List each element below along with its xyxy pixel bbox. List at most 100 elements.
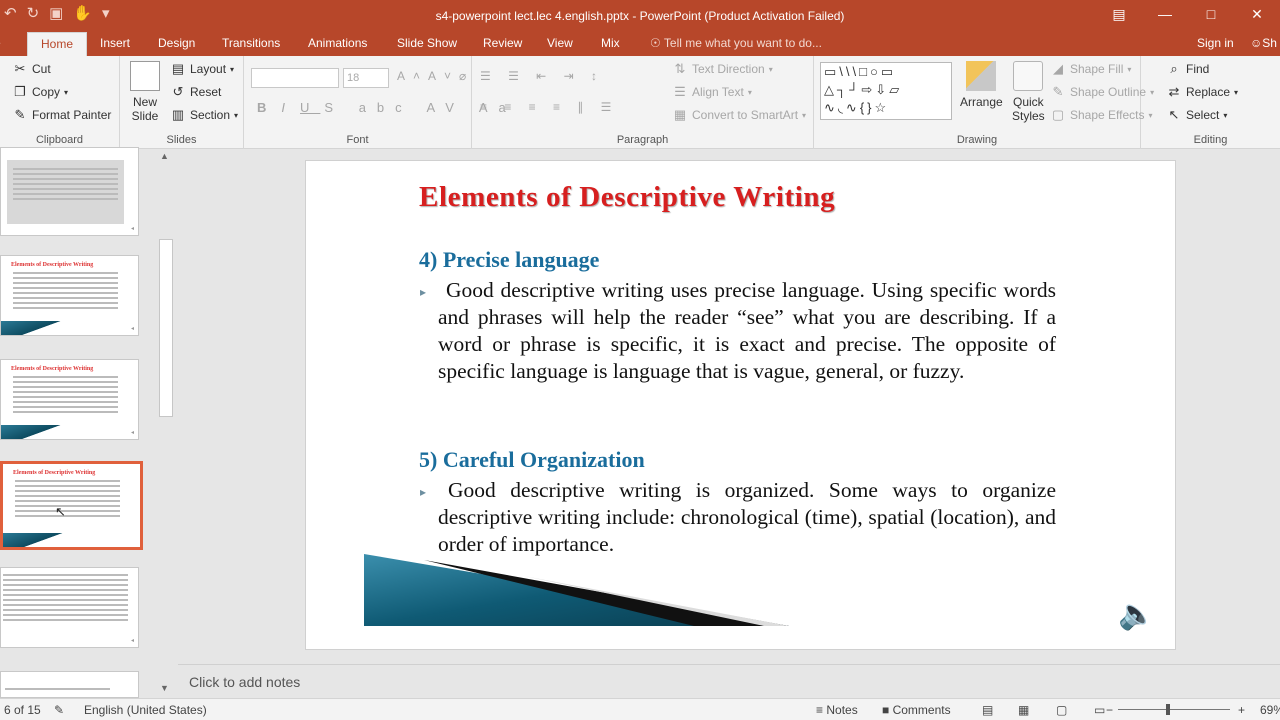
tab-mix[interactable]: Mix xyxy=(601,32,620,56)
layout-icon: ▤ xyxy=(171,61,185,76)
comments-toggle[interactable]: ■ Comments xyxy=(882,703,951,717)
copy-button[interactable]: ❐ Copy ▾ xyxy=(12,85,68,100)
slide-thumbnail[interactable]: ◂ xyxy=(0,147,139,236)
slide-thumbnail[interactable]: Elements of Descriptive Writing ◂ xyxy=(0,255,139,336)
paintbrush-icon: ✎ xyxy=(14,107,26,122)
quick-styles-label-2: Styles xyxy=(1012,109,1045,123)
align-buttons[interactable]: ≡ ≡ ≡ ≡ ∥ ☰ xyxy=(480,100,618,114)
clipboard-group: ✂ Cut ❐ Copy ▾ ✎ Format Painter Clipboard xyxy=(0,56,120,149)
notes-placeholder[interactable]: Click to add notes xyxy=(189,674,300,690)
find-button[interactable]: ⌕ Find xyxy=(1166,62,1210,77)
comment-icon: ■ xyxy=(882,703,890,717)
tab-file[interactable]: e xyxy=(0,32,1,56)
window-title: s4-powerpoint lect.lec 4.english.pptx - … xyxy=(435,9,845,23)
maximize-icon[interactable]: □ xyxy=(1188,0,1234,28)
ribbon-display-icon[interactable]: ▤ xyxy=(1096,0,1142,28)
font-name-box[interactable] xyxy=(251,68,339,88)
speaker-icon: ◂ xyxy=(130,326,134,332)
quick-styles-button[interactable]: Quick Styles xyxy=(1012,61,1045,123)
list-buttons[interactable]: ☰ ☰ ⇤ ⇥ ↕ xyxy=(480,69,604,83)
slides-group: New Slide ▤ Layout ▾ ↺ Reset ▥ Section ▾ Slid… xyxy=(120,56,244,149)
spellcheck-icon[interactable]: ✎ xyxy=(54,703,64,717)
title-bar: ↶ ↻ ▣ ✋ ▾ s4-powerpoint lect.lec 4.engli… xyxy=(0,0,1280,32)
zoom-slider-track[interactable] xyxy=(1118,709,1230,710)
notes-toggle[interactable]: ≡ Notes xyxy=(816,703,858,717)
slide-thumbnail[interactable]: Elements of Descriptive Writing ◂ xyxy=(0,359,139,440)
zoom-level[interactable]: 69% xyxy=(1260,703,1280,717)
scissors-icon: ✂ xyxy=(14,61,26,76)
layout-button[interactable]: ▤ Layout ▾ xyxy=(170,61,234,77)
align-text-label: Align Text xyxy=(692,85,744,99)
slide-thumbnail-selected[interactable]: Elements of Descriptive Writing ↖ xyxy=(0,461,143,550)
slide-decoration-wedge xyxy=(364,554,789,626)
cursor-icon: ↖ xyxy=(1168,107,1180,122)
notes-pane[interactable]: Click to add notes xyxy=(178,664,1280,698)
font-size-box[interactable]: 18 xyxy=(343,68,389,88)
scroll-down-icon[interactable]: ▼ xyxy=(160,683,169,693)
replace-button[interactable]: ⇄ Replace ▾ xyxy=(1166,85,1239,100)
audio-speaker-icon[interactable]: 🔈 xyxy=(1118,597,1155,632)
paragraph-group: ☰ ☰ ⇤ ⇥ ↕ ≡ ≡ ≡ ≡ ∥ ☰ ⇅ Text Direction ▾ ☰… xyxy=(472,56,814,149)
new-slide-icon xyxy=(130,61,160,91)
zoom-slider-knob[interactable] xyxy=(1166,704,1170,715)
close-icon[interactable]: ✕ xyxy=(1234,0,1280,28)
arrange-button[interactable]: Arrange xyxy=(960,61,1003,109)
section-button[interactable]: ▥ Section ▾ xyxy=(170,108,238,123)
select-button[interactable]: ↖ Select ▾ xyxy=(1166,107,1228,123)
tab-view[interactable]: View xyxy=(547,32,573,56)
thumbnail-text-lines xyxy=(13,168,118,203)
select-label: Select xyxy=(1186,108,1220,122)
tab-animations[interactable]: Animations xyxy=(308,32,367,56)
slide-canvas[interactable]: Elements of Descriptive Writing 4) Preci… xyxy=(305,160,1176,650)
slide-thumbnail[interactable]: ◂ xyxy=(0,567,139,648)
convert-smartart-button[interactable]: ▦ Convert to SmartArt ▾ xyxy=(672,108,806,123)
text-direction-button[interactable]: ⇅ Text Direction ▾ xyxy=(672,62,773,77)
font-size-buttons[interactable]: A˄A˅⌀ xyxy=(397,69,474,83)
cut-button[interactable]: ✂ Cut xyxy=(12,61,51,77)
thumbnail-scrollbar[interactable]: ▲ ▼ xyxy=(158,149,174,698)
slide-counter: 6 of 15 xyxy=(4,703,41,717)
align-text-button[interactable]: ☰ Align Text ▾ xyxy=(672,85,752,100)
scroll-up-icon[interactable]: ▲ xyxy=(160,151,169,161)
tab-slide-show[interactable]: Slide Show xyxy=(397,32,457,56)
comments-label: Comments xyxy=(892,703,951,717)
section5-paragraph[interactable]: Good descriptive writing is organized. S… xyxy=(438,477,1056,558)
quick-styles-icon xyxy=(1013,61,1044,91)
thumbnail-text-lines xyxy=(3,574,128,624)
tab-transitions[interactable]: Transitions xyxy=(222,32,280,56)
reading-view-icon[interactable]: ▢ xyxy=(1056,703,1067,717)
zoom-out-icon[interactable]: − xyxy=(1106,703,1113,717)
slide-sorter-icon[interactable]: ▦ xyxy=(1018,703,1029,717)
tab-home[interactable]: Home xyxy=(27,32,88,56)
share-button[interactable]: ☺Sh xyxy=(1250,32,1277,54)
sign-in-link[interactable]: Sign in xyxy=(1197,32,1234,54)
slideshow-view-icon[interactable]: ▭ xyxy=(1094,703,1105,717)
scroll-thumb[interactable] xyxy=(159,239,173,417)
shape-fill-button[interactable]: ◢ Shape Fill ▾ xyxy=(1050,62,1131,77)
minimize-icon[interactable]: — xyxy=(1142,0,1188,28)
tell-me-search[interactable]: ☉ Tell me what you want to do... xyxy=(650,32,822,54)
clipboard-group-label: Clipboard xyxy=(35,134,84,146)
new-slide-button[interactable]: New Slide xyxy=(130,61,160,123)
format-painter-button[interactable]: ✎ Format Painter xyxy=(12,107,112,123)
tab-insert[interactable]: Insert xyxy=(100,32,130,56)
slide-thumbnail[interactable] xyxy=(0,671,139,698)
reset-button[interactable]: ↺ Reset xyxy=(170,85,222,100)
copy-dropdown-icon[interactable]: ▾ xyxy=(64,88,68,97)
find-label: Find xyxy=(1186,62,1210,76)
slide-title[interactable]: Elements of Descriptive Writing xyxy=(419,181,835,214)
section-label: Section xyxy=(190,108,231,122)
section4-heading[interactable]: 4) Precise language xyxy=(419,247,599,273)
tab-design[interactable]: Design xyxy=(158,32,195,56)
paragraph-group-label: Paragraph xyxy=(616,134,669,146)
shapes-gallery[interactable]: ▭\\\□○▭ △┐┘⇨⇩▱ ∿◟∿{}☆ xyxy=(820,62,952,120)
language-indicator[interactable]: English (United States) xyxy=(84,703,207,717)
shape-effects-button[interactable]: ▢ Shape Effects ▾ xyxy=(1050,108,1153,123)
normal-view-icon[interactable]: ▤ xyxy=(982,703,993,717)
section4-paragraph[interactable]: Good descriptive writing uses precise la… xyxy=(438,277,1056,385)
layout-label: Layout xyxy=(190,62,227,76)
tab-review[interactable]: Review xyxy=(483,32,522,56)
shape-outline-button[interactable]: ✎ Shape Outline ▾ xyxy=(1050,85,1155,100)
section5-heading[interactable]: 5) Careful Organization xyxy=(419,447,645,473)
zoom-in-icon[interactable]: + xyxy=(1238,703,1245,717)
